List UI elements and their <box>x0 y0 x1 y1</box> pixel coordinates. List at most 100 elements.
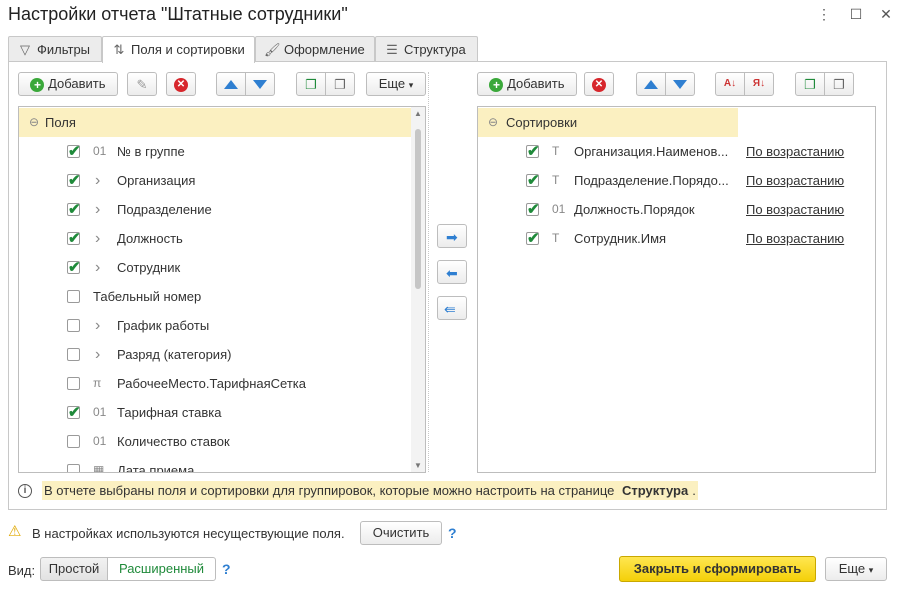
field-row[interactable]: › График работы <box>19 311 411 340</box>
move-up-button[interactable] <box>216 72 246 96</box>
arrow-left-icon: ⬅ <box>446 265 458 281</box>
field-row[interactable]: ▦ Дата приема <box>19 456 411 473</box>
plus-icon: + <box>30 77 45 92</box>
sort-direction-link[interactable]: По возрастанию <box>746 224 844 253</box>
structure-link[interactable]: Структура <box>620 481 691 500</box>
field-checkbox[interactable] <box>67 195 81 224</box>
move-down-button[interactable] <box>245 72 275 96</box>
add-sort-label: Добавить <box>507 76 565 91</box>
field-row[interactable]: 01 Тарифная ставка <box>19 398 411 427</box>
fields-list[interactable]: ⊖ Поля 01 № в группе › Организация › Подразде… <box>18 106 426 473</box>
add-to-sort-button[interactable]: ➡ <box>437 224 467 248</box>
tab-appearance[interactable]: 🖌 Оформление <box>255 36 375 62</box>
sort-checkbox[interactable] <box>526 166 540 195</box>
sort-ascending-button[interactable]: А↓ <box>715 72 745 96</box>
date-type-icon: ▦ <box>93 463 105 473</box>
field-row[interactable]: › Разряд (категория) <box>19 340 411 369</box>
tab-fields-sorting-label: Поля и сортировки <box>131 42 245 57</box>
left-more-button[interactable]: Еще ▾ <box>366 72 426 96</box>
scroll-up-icon[interactable]: ▲ <box>414 109 422 118</box>
delete-field-button[interactable]: ✕ <box>166 72 196 96</box>
sorting-header-row[interactable]: ⊖ Сортировки <box>478 108 738 137</box>
field-checkbox[interactable] <box>67 137 81 166</box>
field-row[interactable]: › Подразделение <box>19 195 411 224</box>
field-row[interactable]: π РабочееМесто.ТарифнаяСетка <box>19 369 411 398</box>
add-sort-button[interactable]: + Добавить <box>477 72 577 96</box>
field-checkbox[interactable] <box>67 398 81 427</box>
field-checkbox[interactable] <box>67 290 80 303</box>
field-checkbox[interactable] <box>67 464 80 472</box>
arrow-right-icon: ➡ <box>446 229 458 245</box>
edit-button[interactable]: ✎ <box>127 72 157 96</box>
info-icon: i <box>18 484 32 498</box>
uncheck-all-button[interactable]: ❐ <box>325 72 355 96</box>
fields-header-row[interactable]: ⊖ Поля <box>19 108 411 137</box>
sort-checkbox[interactable] <box>526 137 540 166</box>
sort-uncheck-all-button[interactable]: ❐ <box>824 72 854 96</box>
expand-chevron-icon[interactable]: › <box>95 340 100 369</box>
view-simple-button[interactable]: Простой <box>40 557 108 581</box>
expand-chevron-icon[interactable]: › <box>95 195 100 224</box>
more-options-icon[interactable]: ⋮ <box>814 6 834 22</box>
field-checkbox[interactable] <box>67 377 80 390</box>
sorting-list[interactable]: ⊖ Сортировки T Организация.Наименов... По … <box>477 106 876 473</box>
view-advanced-button[interactable]: Расширенный <box>107 557 216 581</box>
field-checkbox[interactable] <box>67 348 80 361</box>
sort-row[interactable]: T Сотрудник.Имя По возрастанию <box>478 224 875 253</box>
collapse-icon[interactable]: ⊖ <box>29 108 39 137</box>
field-checkbox[interactable] <box>67 253 81 282</box>
expand-chevron-icon[interactable]: › <box>95 224 100 253</box>
sort-checkbox[interactable] <box>526 224 540 253</box>
footer-more-button[interactable]: Еще ▾ <box>825 557 887 581</box>
field-row[interactable]: › Должность <box>19 224 411 253</box>
scroll-down-icon[interactable]: ▼ <box>414 461 422 470</box>
sort-direction-link[interactable]: По возрастанию <box>746 166 844 195</box>
sort-descending-icon: Я↓ <box>752 78 766 89</box>
sort-move-up-button[interactable] <box>636 72 666 96</box>
field-row[interactable]: › Сотрудник <box>19 253 411 282</box>
collapse-icon[interactable]: ⊖ <box>488 108 498 137</box>
sort-move-down-button[interactable] <box>665 72 695 96</box>
check-all-button[interactable]: ❐ <box>296 72 326 96</box>
uncheck-all-icon: ❐ <box>833 76 845 92</box>
sort-field-label: Подразделение.Порядо... <box>574 173 729 188</box>
expand-chevron-icon[interactable]: › <box>95 166 100 195</box>
clear-button[interactable]: Очистить <box>360 521 442 545</box>
expand-chevron-icon[interactable]: › <box>95 253 100 282</box>
sort-direction-link[interactable]: По возрастанию <box>746 137 844 166</box>
structure-icon: ☰ <box>386 42 398 57</box>
field-checkbox[interactable] <box>67 435 80 448</box>
field-checkbox[interactable] <box>67 319 80 332</box>
field-row[interactable]: Табельный номер <box>19 282 411 311</box>
expand-chevron-icon[interactable]: › <box>95 311 100 340</box>
remove-all-from-sort-button[interactable]: ⇚ <box>437 296 467 320</box>
plus-icon: + <box>489 77 504 92</box>
tab-filters[interactable]: ▽ Фильтры <box>8 36 102 62</box>
field-checkbox[interactable] <box>67 166 81 195</box>
field-row[interactable]: 01 № в группе <box>19 137 411 166</box>
sort-row[interactable]: T Организация.Наименов... По возрастанию <box>478 137 875 166</box>
field-checkbox[interactable] <box>67 224 81 253</box>
tab-fields-sorting[interactable]: ⇅ Поля и сортировки <box>102 36 255 63</box>
sort-direction-link[interactable]: По возрастанию <box>746 195 844 224</box>
warning-help-icon[interactable]: ? <box>448 525 457 541</box>
close-and-generate-button[interactable]: Закрыть и сформировать <box>619 556 816 582</box>
fields-scrollbar[interactable]: ▲ ▼ <box>411 107 425 472</box>
delete-sort-button[interactable]: ✕ <box>584 72 614 96</box>
sort-row[interactable]: T Подразделение.Порядо... По возрастанию <box>478 166 875 195</box>
view-help-icon[interactable]: ? <box>222 561 231 577</box>
maximize-icon[interactable]: ☐ <box>846 6 866 22</box>
field-row[interactable]: › Организация <box>19 166 411 195</box>
sort-row[interactable]: 01 Должность.Порядок По возрастанию <box>478 195 875 224</box>
fields-scroll-thumb[interactable] <box>415 129 421 289</box>
sort-descending-button[interactable]: Я↓ <box>744 72 774 96</box>
field-type-icon: 01 <box>93 405 107 419</box>
field-row[interactable]: 01 Количество ставок <box>19 427 411 456</box>
add-field-button[interactable]: + Добавить <box>18 72 118 96</box>
check-all-icon: ❐ <box>305 76 317 92</box>
sort-check-all-button[interactable]: ❐ <box>795 72 825 96</box>
tab-structure[interactable]: ☰ Структура <box>375 36 478 62</box>
remove-from-sort-button[interactable]: ⬅ <box>437 260 467 284</box>
close-icon[interactable]: ✕ <box>876 6 896 22</box>
sort-checkbox[interactable] <box>526 195 540 224</box>
